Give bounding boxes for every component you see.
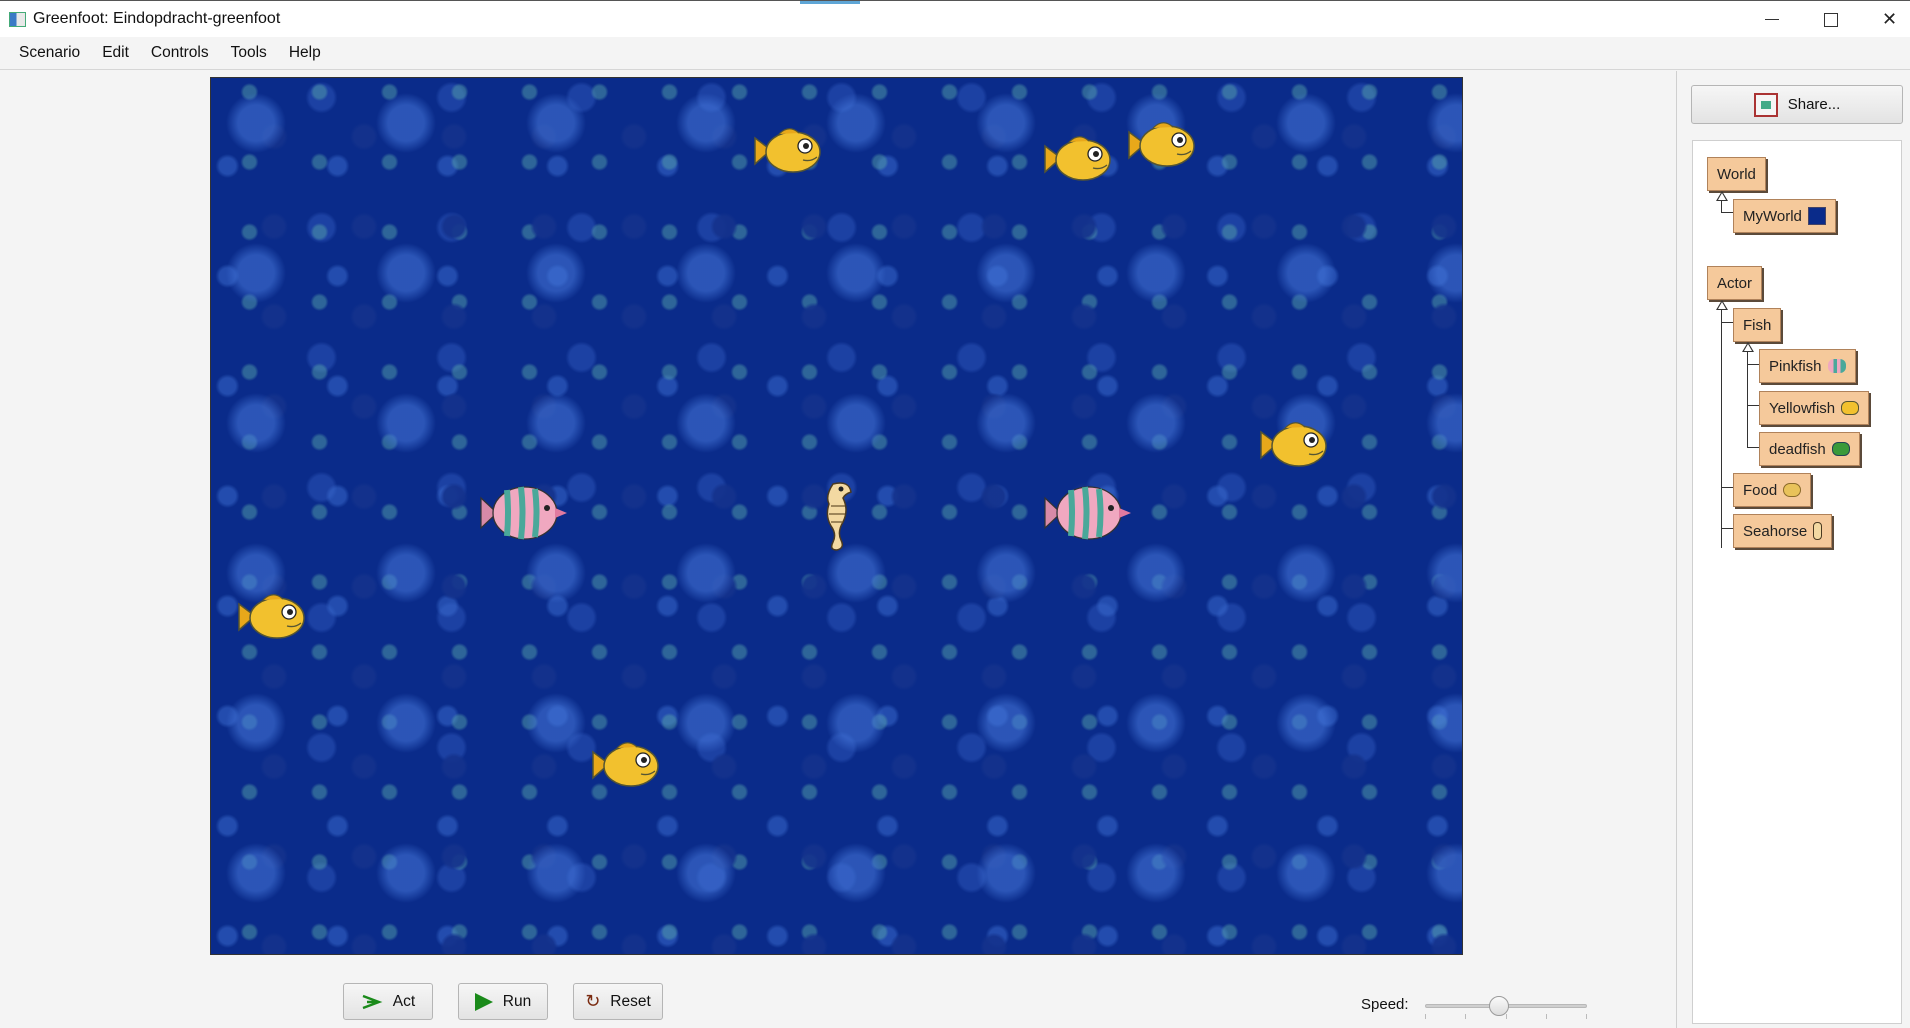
class-fish[interactable]: Fish <box>1733 308 1782 342</box>
class-fish-label: Fish <box>1743 316 1772 334</box>
yellowfish-actor[interactable] <box>587 738 665 794</box>
class-pinkfish[interactable]: Pinkfish <box>1759 349 1856 383</box>
inheritance-arrow-icon <box>1742 342 1754 352</box>
menu-help[interactable]: Help <box>278 44 332 62</box>
window-title: Greenfoot: Eindopdracht-greenfoot <box>33 10 281 27</box>
class-deadfish[interactable]: deadfish <box>1759 432 1860 466</box>
share-icon <box>1753 92 1778 117</box>
menu-scenario[interactable]: Scenario <box>8 44 91 62</box>
yellowfish-actor[interactable] <box>1039 132 1117 188</box>
reset-button-label: Reset <box>610 992 651 1010</box>
world-canvas[interactable] <box>210 77 1463 955</box>
title-bar: Greenfoot: Eindopdracht-greenfoot ✕ <box>0 0 1910 37</box>
yellowfish-actor[interactable] <box>1255 418 1333 474</box>
reset-icon: ↻ <box>585 991 601 1011</box>
yellowfish-actor[interactable] <box>749 124 827 180</box>
speed-slider-thumb[interactable] <box>1488 996 1509 1016</box>
class-yellowfish-label: Yellowfish <box>1769 399 1836 417</box>
inheritance-arrow-icon <box>1716 300 1728 310</box>
menu-bar: Scenario Edit Controls Tools Help <box>0 37 1910 70</box>
class-seahorse[interactable]: Seahorse <box>1733 514 1833 548</box>
maximize-button[interactable] <box>1801 1 1860 38</box>
seahorse-icon <box>1813 522 1823 540</box>
minimize-button[interactable] <box>1742 1 1801 38</box>
share-button-label: Share... <box>1787 96 1841 113</box>
act-arrow-icon <box>362 994 383 1009</box>
yellowfish-icon <box>1841 401 1860 415</box>
menu-edit[interactable]: Edit <box>91 44 140 62</box>
pinkfish-actor[interactable] <box>477 478 569 548</box>
menu-tools[interactable]: Tools <box>220 44 278 62</box>
yellowfish-actor[interactable] <box>233 590 311 646</box>
deadfish-icon <box>1831 442 1850 456</box>
speed-slider[interactable] <box>1425 990 1587 1020</box>
class-myworld-label: MyWorld <box>1743 207 1802 225</box>
act-button-label: Act <box>392 992 416 1010</box>
class-world-label: World <box>1717 165 1756 183</box>
world-area <box>0 71 1676 1028</box>
seahorse-actor[interactable] <box>815 476 859 554</box>
class-world[interactable]: World <box>1707 157 1766 191</box>
world-thumbnail-icon <box>1807 207 1826 225</box>
share-button[interactable]: Share... <box>1691 85 1903 124</box>
class-food-label: Food <box>1743 481 1778 499</box>
panel-divider[interactable] <box>1676 71 1677 1028</box>
menu-controls[interactable]: Controls <box>140 44 220 62</box>
yellowfish-actor[interactable] <box>1123 118 1201 174</box>
class-food[interactable]: Food <box>1733 473 1812 507</box>
act-button[interactable]: Act <box>343 983 433 1020</box>
class-deadfish-label: deadfish <box>1769 440 1826 458</box>
food-icon <box>1783 483 1802 497</box>
class-actor[interactable]: Actor <box>1707 266 1763 300</box>
greenfoot-app-icon <box>9 12 26 27</box>
class-pinkfish-label: Pinkfish <box>1769 357 1822 375</box>
play-icon <box>474 992 493 1011</box>
class-myworld[interactable]: MyWorld <box>1733 199 1836 233</box>
close-button[interactable]: ✕ <box>1860 1 1910 38</box>
speed-slider-ticks <box>1425 1014 1587 1020</box>
run-button-label: Run <box>502 992 532 1010</box>
class-yellowfish[interactable]: Yellowfish <box>1759 391 1870 425</box>
title-bar-accent <box>800 1 860 4</box>
inheritance-arrow-icon <box>1716 191 1728 201</box>
pinkfish-icon <box>1827 359 1846 373</box>
class-diagram: World MyWorld Actor Fish Pinkfish Yellow… <box>1692 140 1902 1024</box>
class-seahorse-label: Seahorse <box>1743 522 1808 540</box>
run-button[interactable]: Run <box>458 983 548 1020</box>
speed-label: Speed: <box>1361 996 1409 1013</box>
pinkfish-actor[interactable] <box>1041 478 1133 548</box>
class-actor-label: Actor <box>1717 274 1753 292</box>
reset-button[interactable]: ↻ Reset <box>573 983 663 1020</box>
